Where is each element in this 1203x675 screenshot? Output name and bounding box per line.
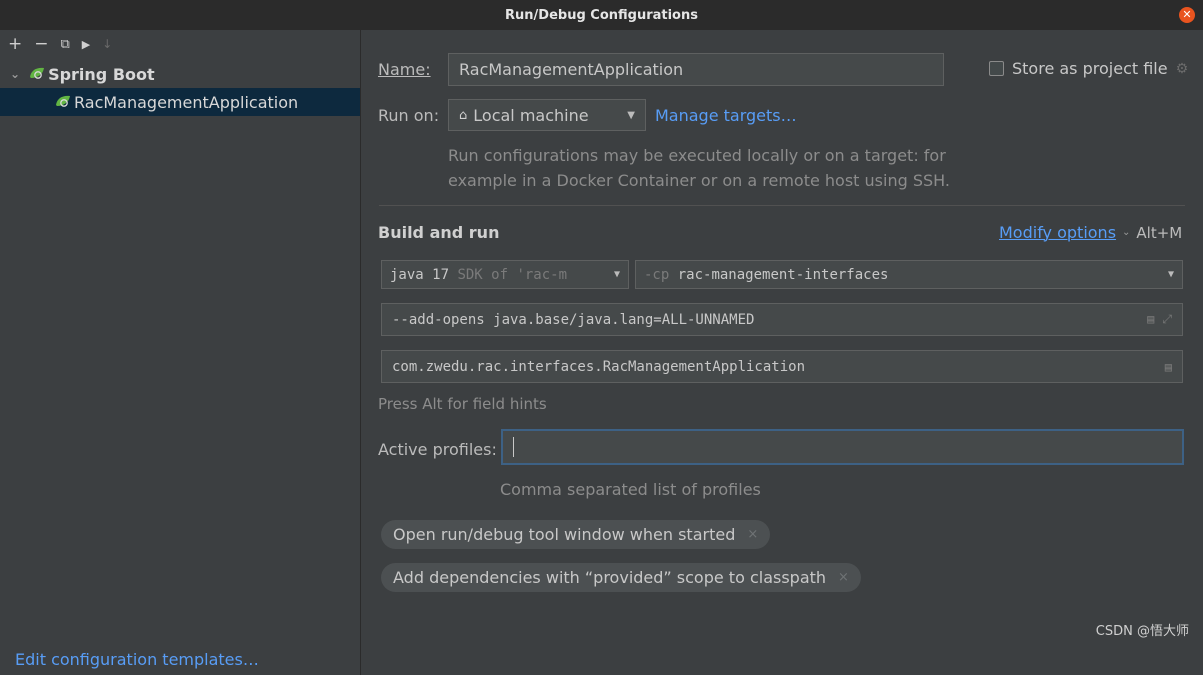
jre-value: java 17	[390, 266, 450, 283]
browse-class-icon[interactable]: ▤	[1165, 360, 1172, 374]
dropdown-arrow-icon: ▼	[627, 109, 635, 121]
expand-icon[interactable]: ⤢	[1162, 312, 1172, 327]
sort-icon[interactable]: ↓	[102, 38, 112, 50]
field-hints-text: Press Alt for field hints	[378, 395, 547, 413]
name-input-value: RacManagementApplication	[459, 60, 684, 79]
option-chip-open-tool-window[interactable]: Open run/debug tool window when started …	[381, 520, 771, 549]
modify-options-link[interactable]: Modify options	[999, 223, 1116, 242]
active-profiles-hint: Comma separated list of profiles	[500, 480, 761, 499]
tree-item-rac-management-application[interactable]: RacManagementApplication	[0, 88, 360, 116]
home-icon: ⌂	[459, 107, 468, 123]
copy-icon[interactable]: ⧉	[61, 38, 70, 51]
run-on-hint-line2: example in a Docker Container or on a re…	[448, 171, 950, 190]
active-profiles-label: Active profiles:	[378, 440, 497, 459]
main-class-input[interactable]: com.zwedu.rac.interfaces.RacManagementAp…	[381, 350, 1183, 383]
name-input[interactable]: RacManagementApplication	[448, 53, 944, 86]
spring-boot-icon	[28, 66, 46, 83]
jre-select[interactable]: java 17 SDK of 'rac-m ▼	[381, 260, 629, 289]
active-profiles-input[interactable]	[501, 429, 1184, 465]
dropdown-arrow-icon: ▼	[1167, 269, 1174, 280]
jre-detail: SDK of 'rac-m	[457, 266, 568, 283]
tree-group-spring-boot[interactable]: ⌄ Spring Boot	[0, 60, 360, 88]
run-on-select[interactable]: ⌂ Local machine ▼	[448, 99, 646, 131]
store-as-project-file[interactable]: Store as project file ⚙	[989, 59, 1188, 78]
remove-chip-icon[interactable]: ×	[747, 527, 758, 542]
gear-icon[interactable]: ⚙	[1176, 61, 1189, 77]
run-on-label: Run on:	[378, 106, 440, 125]
dropdown-arrow-icon: ▼	[613, 269, 620, 280]
classpath-select[interactable]: -cp rac-management-interfaces ▼	[635, 260, 1183, 289]
section-divider	[379, 205, 1185, 206]
modify-options-shortcut: Alt+M	[1136, 223, 1183, 242]
move-into-folder-icon[interactable]: ▶	[82, 39, 90, 50]
spring-boot-icon	[54, 94, 72, 111]
chip-label: Add dependencies with “provided” scope t…	[393, 568, 827, 587]
vm-options-input[interactable]: --add-opens java.base/java.lang=ALL-UNNA…	[381, 303, 1183, 336]
edit-configuration-templates-link[interactable]: Edit configuration templates…	[15, 650, 259, 669]
watermark: CSDN @悟大师	[1095, 624, 1189, 639]
classpath-value: rac-management-interfaces	[677, 266, 889, 283]
run-on-value: Local machine	[473, 105, 589, 125]
chevron-down-icon: ⌄	[1122, 227, 1131, 238]
manage-targets-link[interactable]: Manage targets…	[655, 106, 797, 125]
text-cursor	[513, 437, 514, 457]
main-class-value: com.zwedu.rac.interfaces.RacManagementAp…	[392, 358, 806, 375]
document-icon[interactable]: ▤	[1147, 312, 1154, 327]
tree-item-label: RacManagementApplication	[74, 92, 299, 112]
modify-options[interactable]: Modify options ⌄ Alt+M	[999, 223, 1182, 242]
run-on-hint-line1: Run configurations may be executed local…	[448, 146, 946, 165]
chevron-down-icon[interactable]: ⌄	[10, 67, 20, 81]
close-icon[interactable]: ✕	[1179, 7, 1195, 23]
configuration-form: Name: RacManagementApplication Store as …	[361, 30, 1203, 675]
store-as-project-file-label: Store as project file	[1012, 59, 1168, 78]
vm-options-value: --add-opens java.base/java.lang=ALL-UNNA…	[392, 311, 755, 328]
option-chip-provided-scope[interactable]: Add dependencies with “provided” scope t…	[381, 563, 861, 592]
tree-group-label: Spring Boot	[48, 64, 155, 84]
remove-chip-icon[interactable]: ×	[838, 570, 849, 585]
add-icon[interactable]: +	[8, 35, 22, 53]
name-label: Name:	[378, 60, 431, 79]
remove-icon[interactable]: −	[34, 35, 48, 53]
build-and-run-heading: Build and run	[378, 223, 500, 242]
window-title: Run/Debug Configurations	[505, 7, 698, 23]
title-bar: Run/Debug Configurations ✕	[0, 0, 1203, 30]
sidebar-toolbar: + − ⧉ ▶ ↓	[0, 30, 360, 58]
store-as-project-file-checkbox[interactable]	[989, 61, 1004, 76]
chip-label: Open run/debug tool window when started	[393, 525, 736, 544]
configurations-sidebar: + − ⧉ ▶ ↓ ⌄ Spring Boot RacManagementApp…	[0, 30, 361, 675]
classpath-prefix: -cp	[644, 266, 670, 283]
